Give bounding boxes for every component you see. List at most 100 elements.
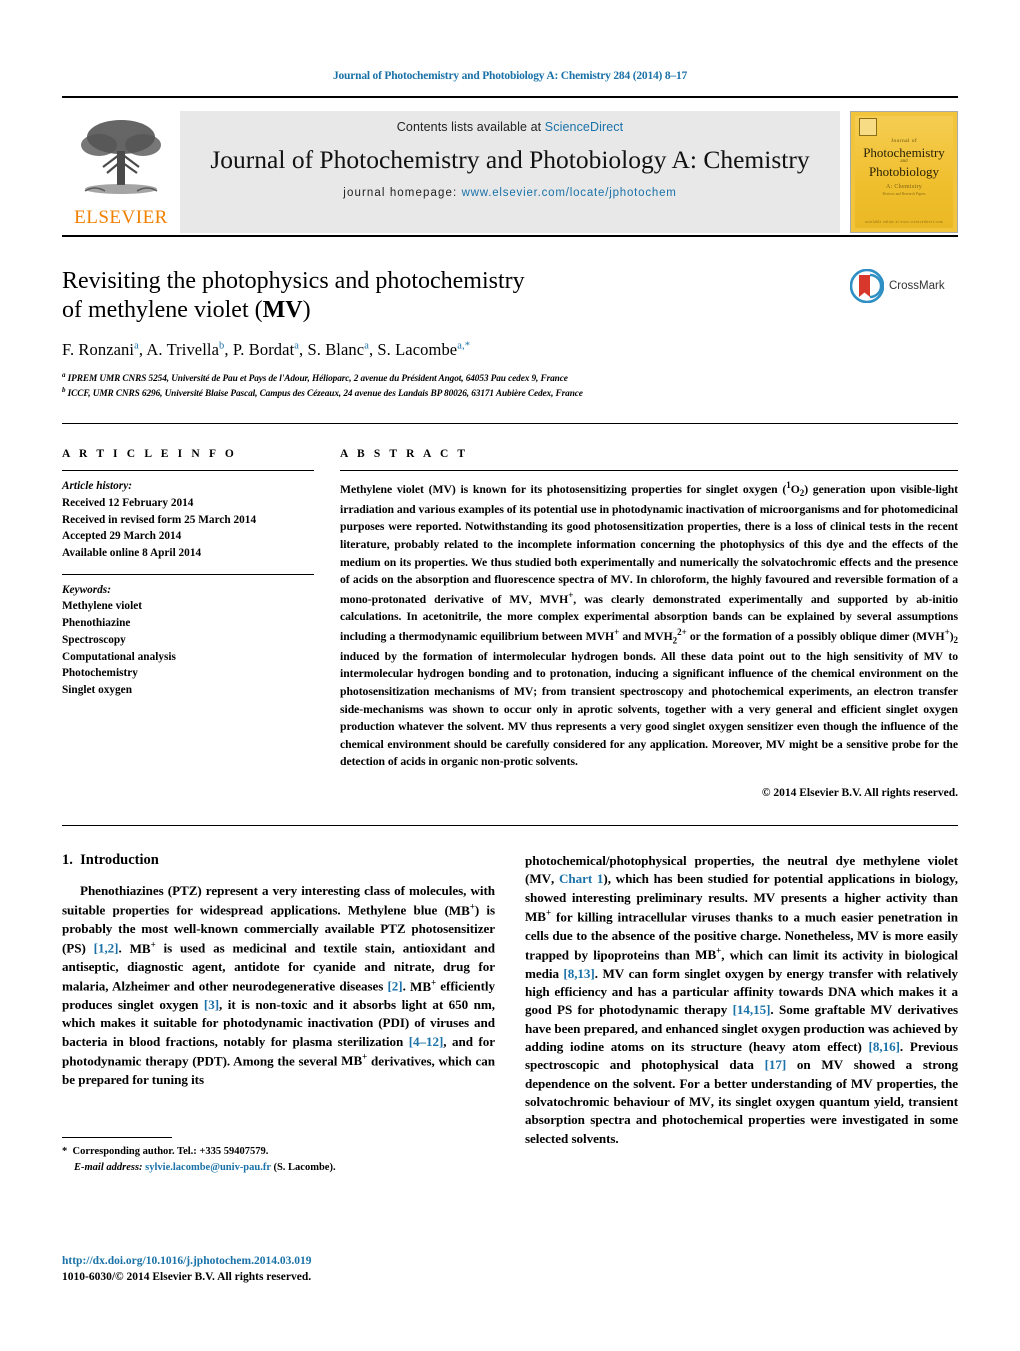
author-item[interactable]: S. Lacombea,*: [377, 340, 470, 359]
crossmark-icon: [850, 269, 884, 303]
article-history-block: Article history: Received 12 February 20…: [62, 471, 314, 562]
running-head: Journal of Photochemistry and Photobiolo…: [332, 70, 688, 82]
article-history-label: Article history:: [62, 480, 132, 493]
body-top-rule: [62, 825, 958, 827]
keywords-block: Keywords: Methylene violet Phenothiazine…: [62, 575, 314, 699]
cover-footer: available online at www.sciencedirect.co…: [865, 220, 943, 224]
author-name: P. Bordat: [232, 339, 295, 359]
crossmark-badge[interactable]: CrossMark: [850, 269, 958, 303]
info-abstract-section: A R T I C L E I N F O Article history: R…: [62, 448, 958, 799]
footnote-rule: [62, 1137, 172, 1139]
email-label: E-mail address:: [74, 1161, 143, 1173]
author-item[interactable]: F. Ronzania: [62, 340, 139, 359]
author-name: S. Lacombe: [377, 339, 458, 359]
sciencedirect-link[interactable]: ScienceDirect: [545, 120, 623, 134]
history-item: Received 12 February 2014: [62, 496, 194, 509]
journal-masthead: ELSEVIER Contents lists available at Sci…: [62, 111, 958, 233]
keyword-item: Singlet oxygen: [62, 684, 132, 696]
body-column-left: 1. Introduction Phenothiazines (PTZ) rep…: [62, 852, 496, 1173]
corresponding-author-text: Corresponding author. Tel.: +335 5940757…: [72, 1146, 269, 1158]
footnote-block: * Corresponding author. Tel.: +335 59407…: [62, 1137, 495, 1175]
author-list: F. Ronzania, A. Trivellab, P. Bordata, S…: [62, 340, 958, 360]
cover-subtitle-secondary: Reviews and Research Papers: [882, 192, 926, 196]
author-affiliation-marker: a,*: [457, 340, 471, 352]
affiliation-list: a IPREM UMR CNRS 5254, Université de Pau…: [62, 371, 958, 402]
author-item[interactable]: A. Trivellab: [146, 340, 224, 359]
keyword-item: Methylene violet: [62, 600, 142, 613]
affiliation-marker: b: [62, 385, 66, 394]
section-heading-introduction: 1. Introduction: [62, 852, 495, 869]
crossmark-label: CrossMark: [889, 280, 945, 292]
citation-link[interactable]: [17]: [765, 1057, 787, 1072]
doi-footer-block: http://dx.doi.org/10.1016/j.jphotochem.2…: [62, 1253, 312, 1286]
title-line-1: Revisiting the photophysics and photoche…: [62, 268, 525, 294]
history-item: Accepted 29 March 2014: [62, 530, 182, 543]
cover-subtitle: A: Chemistry: [885, 184, 923, 190]
journal-cover-thumbnail: Journal of Photochemistry and Photobiolo…: [850, 111, 958, 233]
history-item: Received in revised form 25 March 2014: [62, 513, 257, 526]
email-suffix: (S. Lacombe).: [273, 1161, 336, 1173]
paper-page: Journal of Photochemistry and Photobiolo…: [0, 0, 1020, 1351]
section-title-text: Introduction: [80, 852, 159, 869]
keyword-item: Spectroscopy: [62, 633, 126, 646]
keyword-item: Phenothiazine: [62, 617, 131, 630]
citation-link[interactable]: [3]: [204, 997, 219, 1012]
email-note: E-mail address: sylvie.lacombe@univ-pau.…: [62, 1160, 495, 1176]
affiliation-text: ICCF, UMR CNRS 6296, Université Blaise P…: [67, 388, 583, 399]
elsevier-wordmark: ELSEVIER: [74, 207, 168, 228]
journal-title: Journal of Photochemistry and Photobiolo…: [210, 145, 810, 174]
author-sep: ,: [224, 339, 233, 359]
elsevier-tree-icon: [81, 120, 161, 194]
doi-link[interactable]: http://dx.doi.org/10.1016/j.jphotochem.2…: [62, 1255, 312, 1267]
title-line-2-prefix: of methylene violet (: [62, 297, 263, 324]
masthead-bottom-rule: [62, 235, 958, 237]
cover-journal-of: Journal of: [890, 138, 918, 144]
intro-paragraph-right: photochemical/photophysical properties, …: [525, 853, 959, 1146]
abstract-text: Methylene violet (MV) is known for its p…: [340, 480, 959, 769]
email-link[interactable]: sylvie.lacombe@univ-pau.fr: [145, 1162, 271, 1173]
history-item: Available online 8 April 2014: [62, 546, 202, 559]
journal-homepage-link[interactable]: www.elsevier.com/locate/jphotochem: [462, 187, 677, 199]
info-section-top-rule: [62, 423, 958, 425]
title-area: Revisiting the photophysics and photoche…: [62, 267, 958, 401]
author-name: F. Ronzani: [62, 339, 135, 359]
affiliation-item: a IPREM UMR CNRS 5254, Université de Pau…: [62, 371, 958, 386]
intro-paragraph-left: Phenothiazines (PTZ) represent a very in…: [62, 883, 496, 1087]
abstract-heading: A B S T R A C T: [340, 448, 469, 461]
page-title: Revisiting the photophysics and photoche…: [62, 267, 762, 326]
homepage-label: journal homepage:: [343, 186, 458, 199]
affiliation-marker: a: [62, 370, 66, 379]
masthead-center: Contents lists available at ScienceDirec…: [180, 111, 840, 233]
abstract-column: A B S T R A C T Methylene violet (MV) is…: [340, 448, 958, 799]
citation-link[interactable]: [8,13]: [563, 966, 594, 981]
contents-prefix: Contents lists available at: [396, 120, 545, 134]
keywords-label: Keywords:: [62, 583, 111, 596]
body-columns: 1. Introduction Phenothiazines (PTZ) rep…: [62, 852, 958, 1173]
title-abbrev: MV: [262, 297, 303, 324]
title-line-2-suffix: ): [302, 297, 311, 324]
author-item[interactable]: P. Bordata: [233, 340, 299, 359]
issn-copyright-line: 1010-6030/© 2014 Elsevier B.V. All right…: [62, 1271, 312, 1284]
citation-link[interactable]: [1,2]: [94, 941, 119, 956]
contents-available-line: Contents lists available at ScienceDirec…: [397, 120, 623, 134]
keyword-item: Computational analysis: [62, 650, 176, 663]
corresponding-author-note: * Corresponding author. Tel.: +335 59407…: [62, 1144, 495, 1160]
affiliation-item: b ICCF, UMR CNRS 6296, Université Blaise…: [62, 386, 958, 401]
footnote-star: *: [62, 1146, 68, 1158]
citation-link[interactable]: [4–12]: [409, 1034, 444, 1049]
citation-link[interactable]: [8,16]: [869, 1039, 900, 1054]
citation-link[interactable]: [14,15]: [733, 1002, 771, 1017]
masthead-top-rule: [62, 96, 958, 98]
body-column-right: photochemical/photophysical properties, …: [525, 852, 958, 1148]
article-info-heading: A R T I C L E I N F O: [62, 448, 237, 461]
elsevier-logo: ELSEVIER: [62, 111, 180, 233]
chart-reference-link[interactable]: Chart 1: [559, 871, 603, 886]
article-info-column: A R T I C L E I N F O Article history: R…: [62, 448, 314, 799]
author-item[interactable]: S. Blanca: [307, 340, 368, 359]
section-number: 1.: [62, 852, 73, 869]
cover-title-line2: Photobiology: [868, 164, 940, 179]
journal-homepage-line: journal homepage: www.elsevier.com/locat…: [343, 187, 676, 199]
citation-link[interactable]: [2]: [388, 979, 403, 994]
cover-elsevier-logo-icon: [859, 118, 877, 136]
author-name: A. Trivella: [146, 339, 220, 359]
